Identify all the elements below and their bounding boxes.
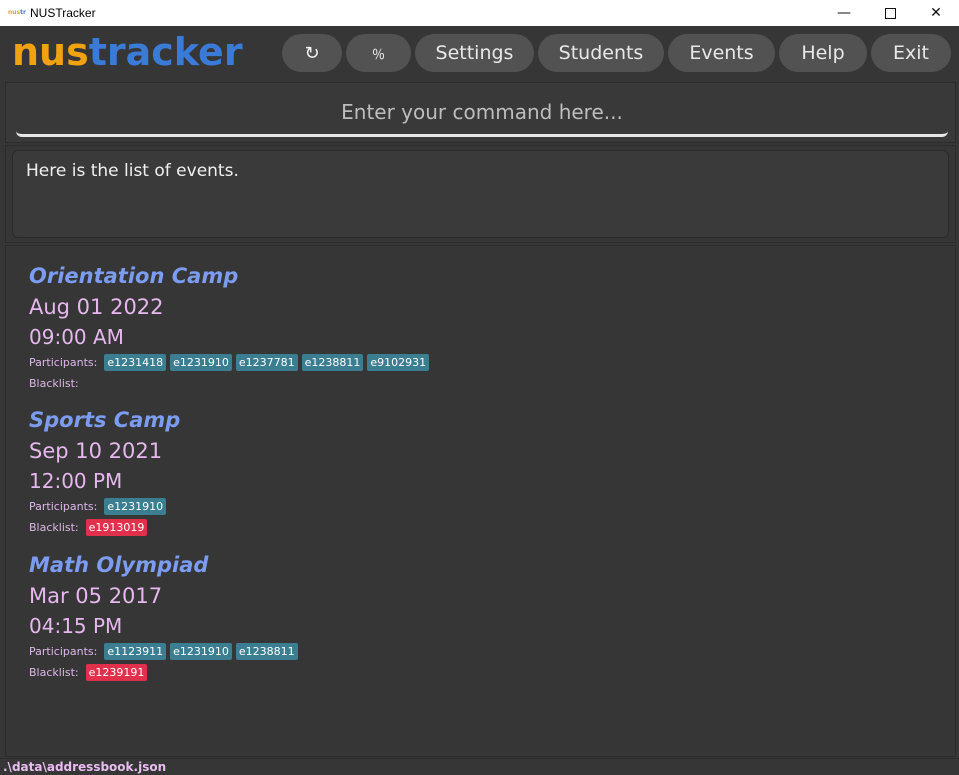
event-time: 04:15 PM bbox=[29, 614, 123, 638]
blacklist-label: Blacklist: bbox=[29, 666, 79, 679]
event-name: Math Olympiad bbox=[29, 553, 209, 577]
window-title-bar: nustr NUSTracker — ✕ bbox=[0, 0, 959, 26]
blacklist-row: Blacklist: e1913019 bbox=[29, 517, 180, 538]
close-button[interactable]: ✕ bbox=[913, 0, 959, 26]
participant-tag: e1237781 bbox=[235, 354, 298, 371]
percent-button[interactable]: ％ bbox=[346, 34, 411, 72]
participant-tag: e1123911 bbox=[104, 643, 167, 660]
participant-tag: e1231910 bbox=[170, 354, 232, 371]
event-date: Sep 10 2021 bbox=[29, 439, 163, 463]
event-list-panel[interactable]: Orientation Camp Aug 01 2022 09:00 AM Pa… bbox=[5, 245, 956, 757]
refresh-icon: ↻ bbox=[304, 42, 320, 64]
status-bar: .\data\addressbook.json bbox=[0, 758, 959, 775]
participant-tag: e1231910 bbox=[104, 498, 167, 515]
menu-bar: nustracker ↻ ％ Settings Students Events … bbox=[0, 26, 959, 81]
command-box bbox=[5, 82, 956, 143]
settings-button[interactable]: Settings bbox=[415, 34, 534, 72]
participants-row: Participants: e1123911 e1231910 e1238811 bbox=[29, 641, 302, 662]
participants-label: Participants: bbox=[29, 500, 98, 513]
maximize-button[interactable] bbox=[867, 0, 913, 26]
window-controls: — ✕ bbox=[821, 0, 959, 26]
help-button[interactable]: Help bbox=[779, 34, 867, 72]
event-name: Orientation Camp bbox=[29, 264, 239, 288]
blacklist-label: Blacklist: bbox=[29, 377, 79, 390]
result-display: Here is the list of events. bbox=[12, 150, 949, 238]
app-icon: nustr bbox=[8, 9, 26, 16]
blacklist-tag: e1913019 bbox=[85, 519, 148, 536]
save-location-path: .\data\addressbook.json bbox=[3, 760, 167, 774]
result-display-panel: Here is the list of events. bbox=[5, 145, 956, 243]
minimize-icon: — bbox=[837, 5, 851, 21]
students-button[interactable]: Students bbox=[538, 34, 664, 72]
participant-tag: e1231910 bbox=[170, 643, 232, 660]
close-icon: ✕ bbox=[930, 5, 942, 21]
blacklist-row: Blacklist: bbox=[29, 373, 433, 394]
participants-row: Participants: e1231910 bbox=[29, 496, 180, 517]
events-button[interactable]: Events bbox=[668, 34, 775, 72]
participant-tag: e9102931 bbox=[367, 354, 430, 371]
event-date: Aug 01 2022 bbox=[29, 295, 164, 319]
app-logo: nustracker bbox=[12, 30, 243, 74]
event-name: Sports Camp bbox=[29, 408, 181, 432]
blacklist-row: Blacklist: e1239191 bbox=[29, 662, 302, 683]
exit-button[interactable]: Exit bbox=[871, 34, 951, 72]
percent-icon: ％ bbox=[371, 47, 385, 63]
event-time: 09:00 AM bbox=[29, 325, 124, 349]
event-card[interactable]: Math Olympiad Mar 05 2017 04:15 PM Parti… bbox=[29, 551, 302, 683]
command-input[interactable] bbox=[16, 89, 948, 137]
window-title: NUSTracker bbox=[30, 6, 96, 20]
event-date: Mar 05 2017 bbox=[29, 584, 163, 608]
participant-tag: e1238811 bbox=[301, 354, 364, 371]
refresh-button[interactable]: ↻ bbox=[282, 34, 342, 72]
participant-tag: e1231418 bbox=[104, 354, 167, 371]
event-time: 12:00 PM bbox=[29, 469, 123, 493]
event-card[interactable]: Sports Camp Sep 10 2021 12:00 PM Partici… bbox=[29, 406, 180, 538]
participants-label: Participants: bbox=[29, 356, 98, 369]
participants-label: Participants: bbox=[29, 645, 98, 658]
participant-tag: e1238811 bbox=[235, 643, 298, 660]
blacklist-tag: e1239191 bbox=[85, 664, 148, 681]
participants-row: Participants: e1231418 e1231910 e1237781… bbox=[29, 352, 433, 373]
maximize-icon bbox=[884, 7, 896, 19]
event-card[interactable]: Orientation Camp Aug 01 2022 09:00 AM Pa… bbox=[29, 262, 433, 394]
minimize-button[interactable]: — bbox=[821, 0, 867, 26]
blacklist-label: Blacklist: bbox=[29, 521, 79, 534]
